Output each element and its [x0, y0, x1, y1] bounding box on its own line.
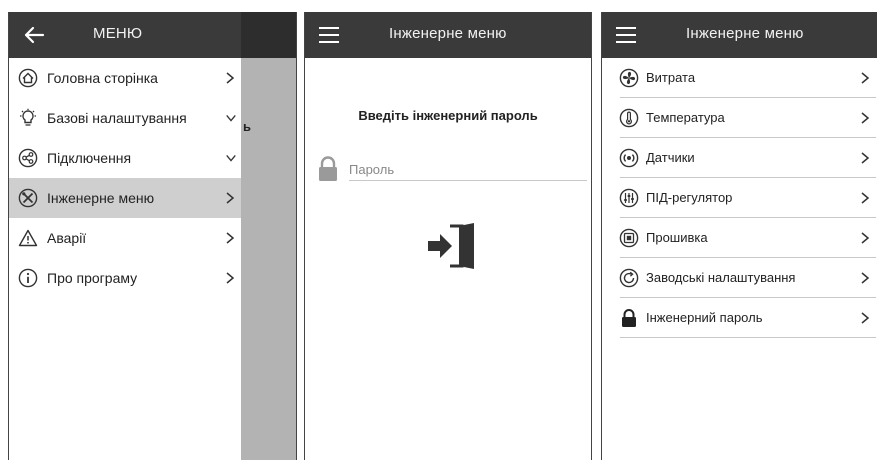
- tools-icon: [18, 188, 38, 208]
- chevron-right-icon: [861, 72, 870, 84]
- hamburger-icon[interactable]: [616, 27, 636, 43]
- menu-item-label: Заводські налаштування: [646, 270, 796, 285]
- drawer-title: МЕНЮ: [93, 25, 143, 42]
- chevron-right-icon: [226, 232, 235, 244]
- chevron-right-icon: [861, 152, 870, 164]
- lock-icon: [622, 309, 636, 327]
- drawer-item-label: Про програму: [47, 270, 138, 286]
- menu-item-engineering-password[interactable]: Інженерний пароль: [620, 298, 876, 338]
- drawer-item-label: Аварії: [47, 230, 87, 246]
- drawer-item-label: Головна сторінка: [47, 70, 158, 86]
- chevron-down-icon: [226, 115, 236, 122]
- drawer-item-label: Базові налаштування: [47, 110, 187, 126]
- drawer-item-alarms[interactable]: Аварії: [9, 218, 241, 258]
- login-icon[interactable]: [426, 223, 476, 269]
- scrim-appbar: [241, 12, 296, 58]
- info-icon: [18, 268, 38, 288]
- drawer-item-about[interactable]: Про програму: [9, 258, 241, 298]
- menu-item-temperature[interactable]: Температура: [619, 98, 876, 138]
- screen-engineering-menu: Інженерне меню Витрата Температура Датчи…: [601, 12, 877, 460]
- menu-item-label: Інженерний пароль: [646, 310, 763, 325]
- chevron-right-icon: [226, 192, 235, 204]
- menu-item-sensors[interactable]: Датчики: [619, 138, 876, 178]
- drawer-item-connections[interactable]: Підключення: [9, 138, 241, 178]
- warning-icon: [18, 229, 38, 247]
- password-prompt: Введіть інженерний пароль: [358, 108, 538, 123]
- chip-icon: [619, 228, 639, 248]
- menu-item-factory-reset[interactable]: Заводські налаштування: [619, 258, 876, 298]
- menu-item-label: Температура: [646, 110, 725, 125]
- share-icon: [18, 148, 38, 168]
- chevron-right-icon: [226, 272, 235, 284]
- drawer-item-basic-settings[interactable]: Базові налаштування: [9, 98, 241, 138]
- navigation-drawer: МЕНЮ Головна сторінка Базові налаштуванн…: [9, 12, 241, 460]
- drawer-item-engineering-menu[interactable]: Інженерне меню: [9, 178, 241, 218]
- drawer-item-label: Інженерне меню: [47, 190, 155, 206]
- hamburger-icon[interactable]: [319, 27, 339, 43]
- menu-item-label: Датчики: [646, 150, 695, 165]
- menu-item-flow[interactable]: Витрата: [619, 58, 876, 98]
- lock-icon: [319, 156, 337, 181]
- settings-bulb-icon: [20, 108, 36, 126]
- home-icon: [18, 68, 38, 88]
- drawer-menu: Головна сторінка Базові налаштування Під…: [9, 58, 241, 298]
- regulator-icon: [619, 188, 639, 208]
- chevron-down-icon: [226, 155, 236, 162]
- screen-navigation-drawer: ь МЕНЮ Головна сторінка Базові налаштува…: [8, 12, 297, 460]
- menu-item-pid-regulator[interactable]: ПІД-регулятор: [619, 178, 876, 218]
- page-title: Інженерне меню: [686, 25, 804, 42]
- peek-text: ь: [243, 119, 251, 134]
- drawer-item-home[interactable]: Головна сторінка: [9, 58, 241, 98]
- menu-item-firmware[interactable]: Прошивка: [619, 218, 876, 258]
- chevron-right-icon: [861, 312, 870, 324]
- drawer-item-label: Підключення: [47, 150, 132, 166]
- menu-item-label: Прошивка: [646, 230, 708, 245]
- drawer-scrim[interactable]: ь: [241, 12, 296, 460]
- password-input[interactable]: Пароль: [349, 159, 587, 181]
- page-title: Інженерне меню: [389, 25, 507, 42]
- screen-engineering-password: Інженерне меню Введіть інженерний пароль…: [304, 12, 592, 460]
- drawer-header: МЕНЮ: [9, 12, 241, 58]
- chevron-right-icon: [861, 232, 870, 244]
- app-header: Інженерне меню: [305, 12, 591, 58]
- chevron-right-icon: [861, 192, 870, 204]
- chevron-right-icon: [861, 272, 870, 284]
- arrow-left-icon[interactable]: [23, 24, 45, 46]
- menu-item-label: ПІД-регулятор: [646, 190, 733, 205]
- fan-icon: [619, 68, 639, 88]
- chevron-right-icon: [861, 112, 870, 124]
- menu-item-label: Витрата: [646, 70, 696, 85]
- app-header: Інженерне меню: [602, 12, 877, 58]
- sensor-icon: [619, 148, 639, 168]
- engineering-menu-list: Витрата Температура Датчики ПІД-регулято…: [619, 58, 876, 338]
- reset-icon: [619, 268, 639, 288]
- chevron-right-icon: [226, 72, 235, 84]
- thermometer-icon: [619, 108, 639, 128]
